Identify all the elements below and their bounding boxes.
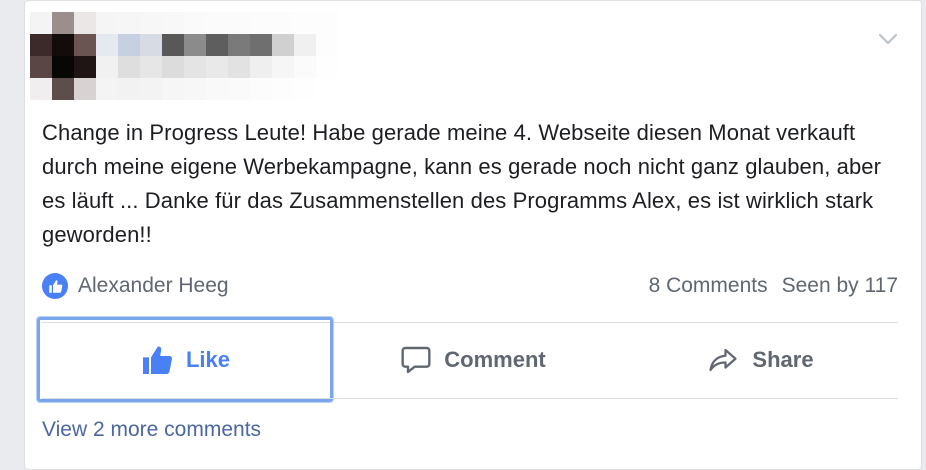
comment-button[interactable]: Comment (370, 322, 576, 398)
share-button[interactable]: Share (680, 322, 840, 398)
reactions-summary[interactable]: Alexander Heeg (42, 270, 229, 302)
post-text: Change in Progress Leute! Habe gerade me… (42, 120, 882, 247)
speech-bubble-icon (400, 344, 432, 376)
view-more-comments-link[interactable]: View 2 more comments (42, 418, 261, 442)
share-arrow-icon (706, 345, 740, 375)
comment-label: Comment (444, 347, 546, 372)
seen-by-count[interactable]: Seen by 117 (782, 274, 898, 298)
reactor-name[interactable]: Alexander Heeg (78, 274, 229, 298)
divider (42, 398, 898, 399)
post-stats: 8 Comments Seen by 117 (649, 270, 898, 302)
like-reaction-icon (42, 273, 68, 299)
censored-author-header (30, 12, 338, 100)
like-label: Like (185, 346, 231, 372)
comment-count[interactable]: 8 Comments (649, 274, 768, 298)
share-label: Share (752, 347, 814, 372)
chevron-down-icon[interactable] (878, 32, 898, 46)
like-button[interactable]: Like (37, 317, 333, 402)
thumbs-up-icon (140, 344, 174, 376)
